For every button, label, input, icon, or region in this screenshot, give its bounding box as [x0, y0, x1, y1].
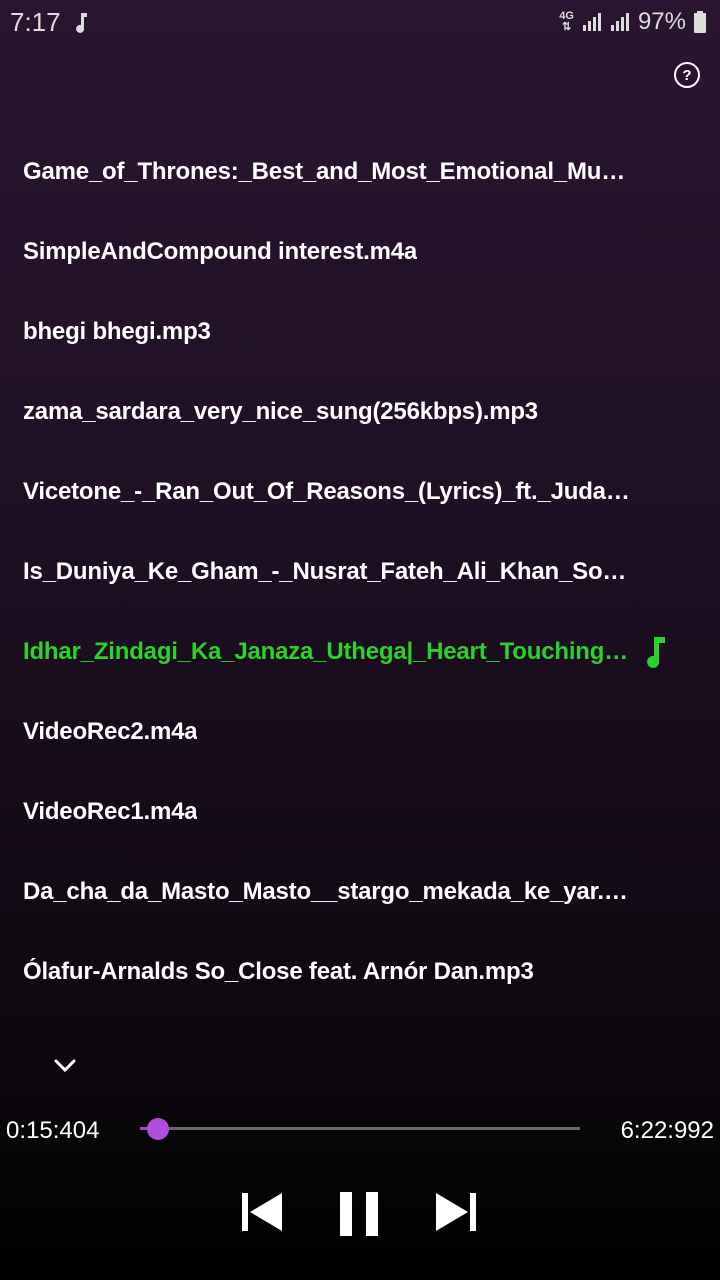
pause-icon[interactable] [338, 1190, 382, 1238]
track-item[interactable]: zama_sardara_very_nice_sung(256kbps).mp3 [0, 372, 720, 452]
track-title: bhegi bhegi.mp3 [23, 318, 211, 345]
track-item[interactable]: Idhar_Zindagi_Ka_Janaza_Uthega|_Heart_To… [0, 612, 720, 692]
playback-controls [0, 1190, 720, 1240]
skip-previous-icon[interactable] [240, 1190, 284, 1234]
battery-icon [694, 11, 706, 33]
track-title: VideoRec1.m4a [23, 798, 198, 825]
track-item[interactable]: Ólafur-Arnalds So_Close feat. Arnór Dan.… [0, 932, 720, 1012]
track-title: zama_sardara_very_nice_sung(256kbps).mp3 [23, 398, 538, 425]
skip-next-icon[interactable] [434, 1190, 478, 1234]
track-title: Is_Duniya_Ke_Gham_-_Nusrat_Fateh_Ali_Kha… [23, 558, 633, 585]
track-item[interactable]: Game_of_Thrones:_Best_and_Most_Emotional… [0, 132, 720, 212]
seek-thumb[interactable] [146, 1118, 169, 1140]
track-item[interactable]: Da_cha_da_Masto_Masto__stargo_mekada_ke_… [0, 852, 720, 932]
battery-percent: 97% [637, 8, 686, 35]
signal-icon-2 [610, 13, 629, 31]
track-title: VideoRec2.m4a [23, 718, 198, 745]
track-title: Da_cha_da_Masto_Masto__stargo_mekada_ke_… [23, 878, 633, 905]
chevron-down-icon[interactable] [52, 1052, 78, 1078]
track-title: Ólafur-Arnalds So_Close feat. Arnór Dan.… [23, 958, 534, 985]
track-title: SimpleAndCompound interest.m4a [23, 238, 418, 265]
track-item[interactable]: bhegi bhegi.mp3 [0, 292, 720, 372]
help-icon[interactable]: ? [674, 62, 700, 88]
signal-icon [582, 13, 601, 31]
track-item[interactable]: SimpleAndCompound interest.m4a [0, 212, 720, 292]
music-note-icon [647, 637, 665, 668]
track-item[interactable]: Is_Duniya_Ke_Gham_-_Nusrat_Fateh_Ali_Kha… [0, 532, 720, 612]
seek-bar[interactable] [140, 1118, 580, 1140]
total-time: 6:22:992 [620, 1117, 714, 1144]
track-title: Idhar_Zindagi_Ka_Janaza_Uthega|_Heart_To… [23, 638, 633, 665]
track-item[interactable]: Vicetone_-_Ran_Out_Of_Reasons_(Lyrics)_f… [0, 452, 720, 532]
network-indicator: 4G ⇅ [559, 10, 574, 33]
status-time: 7:17 [10, 6, 61, 37]
music-note-status-icon [75, 13, 87, 33]
track-title: Vicetone_-_Ran_Out_Of_Reasons_(Lyrics)_f… [23, 478, 633, 505]
current-time: 0:15:404 [6, 1117, 100, 1144]
track-item[interactable]: VideoRec1.m4a [0, 772, 720, 852]
status-bar: 7:17 4G ⇅ 97% [0, 0, 720, 44]
track-list: Game_of_Thrones:_Best_and_Most_Emotional… [0, 132, 720, 1012]
track-title: Game_of_Thrones:_Best_and_Most_Emotional… [23, 158, 633, 185]
track-item[interactable]: VideoRec2.m4a [0, 692, 720, 772]
